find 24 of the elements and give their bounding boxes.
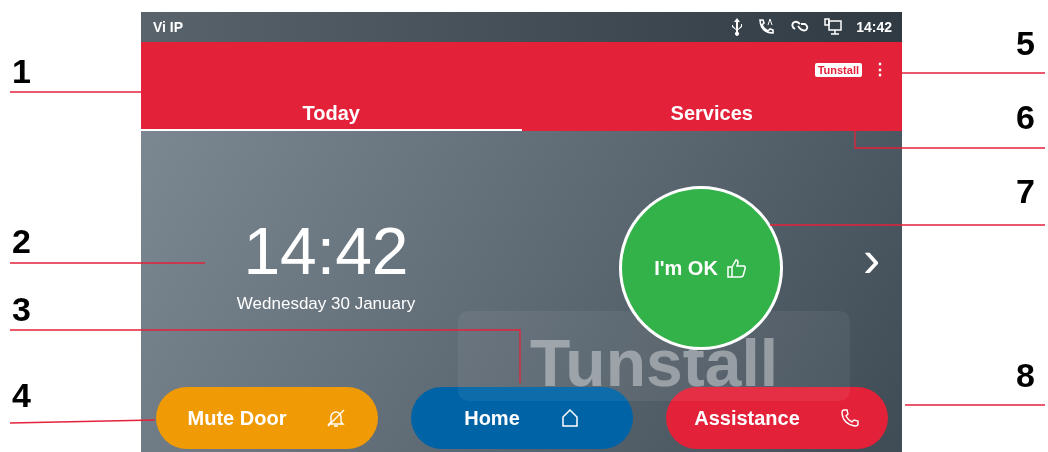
callout-number: 7 [1016,172,1035,211]
carrier-label: Vi IP [153,19,184,35]
callout-number: 6 [1016,98,1035,137]
thumbs-up-icon [725,257,748,279]
status-time: 14:42 [856,19,892,35]
clock-date: Wednesday 30 January [236,294,416,314]
callout-number: 4 [12,376,31,415]
network-icon [824,18,843,36]
clock-time: 14:42 [243,218,409,284]
action-button[interactable]: Home [411,387,633,449]
callout-number: 3 [12,290,31,329]
action-button[interactable]: Assistance [666,387,888,449]
phone-icon [758,18,777,36]
home-icon [559,408,580,428]
callout-number: 2 [12,222,31,261]
bell-slash-icon [326,408,347,428]
menu-button[interactable]: ⋮ [872,60,888,79]
usb-icon [730,18,745,36]
tab[interactable]: Services [521,97,902,131]
phone-icon [839,408,860,428]
callout-number: 8 [1016,356,1035,395]
callout-number: 1 [12,52,31,91]
callout-number: 5 [1016,24,1035,63]
brand-logo: Tunstall [814,62,862,77]
